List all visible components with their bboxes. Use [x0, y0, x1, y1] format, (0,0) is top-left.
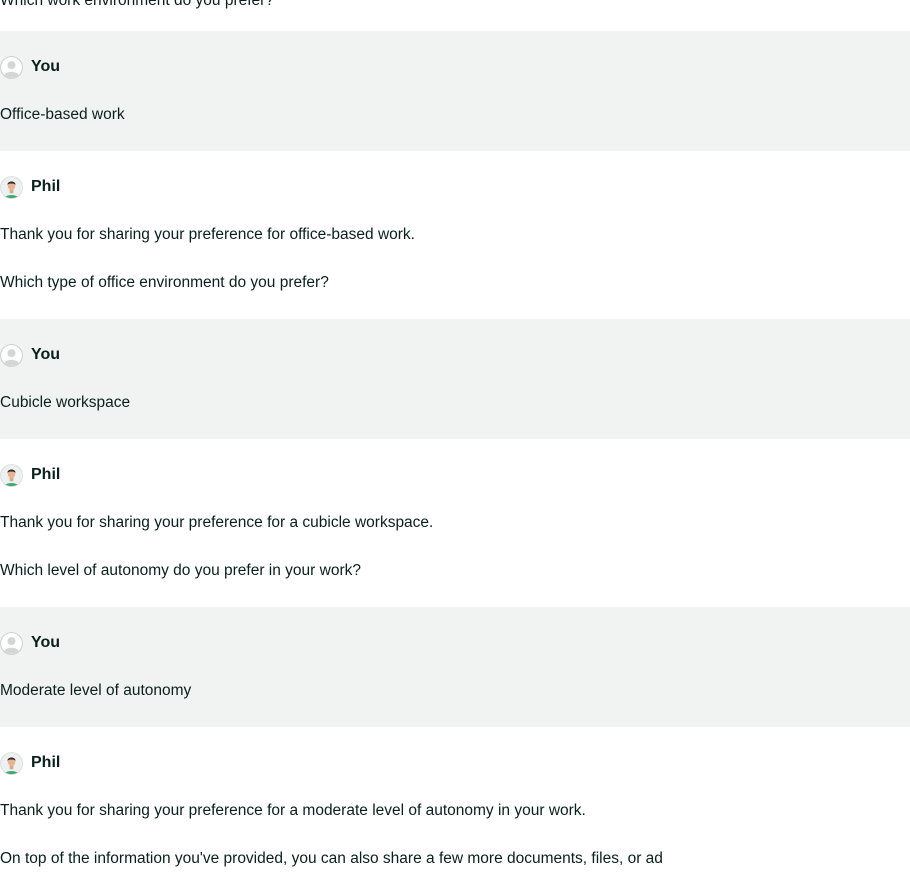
chat-message-phil: Phil Thank you for sharing your preferen…: [0, 439, 910, 607]
chat-message-user: You Cubicle workspace: [0, 319, 910, 439]
chat-message-user: You Office-based work: [0, 31, 910, 151]
chat-transcript: Which work environment do you prefer? Yo…: [0, 0, 910, 887]
chat-message-phil-previous: Which work environment do you prefer?: [0, 0, 910, 31]
sender-name: You: [31, 58, 61, 75]
sender-name: Phil: [31, 178, 61, 195]
chat-message-phil: Phil Thank you for sharing your preferen…: [0, 727, 910, 887]
default-user-avatar-icon: [0, 343, 23, 367]
message-text: Which type of office environment do you …: [0, 274, 329, 291]
message-header: Phil: [0, 463, 910, 487]
message-text: Thank you for sharing your preference fo…: [0, 802, 586, 819]
message-header: You: [0, 55, 910, 79]
chat-message-phil: Phil Thank you for sharing your preferen…: [0, 151, 910, 319]
message-text: Which level of autonomy do you prefer in…: [0, 562, 361, 579]
sender-name: You: [31, 634, 61, 651]
message-text: Thank you for sharing your preference fo…: [0, 226, 415, 243]
message-text: Moderate level of autonomy: [0, 682, 192, 699]
message-text: Thank you for sharing your preference fo…: [0, 514, 434, 531]
sender-name: Phil: [31, 754, 61, 771]
default-user-avatar-icon: [0, 55, 23, 79]
message-header: You: [0, 343, 910, 367]
message-text: Office-based work: [0, 106, 125, 123]
message-header: You: [0, 631, 910, 655]
sender-name: You: [31, 346, 61, 363]
message-text: Cubicle workspace: [0, 394, 131, 411]
phil-avatar-icon: [0, 175, 23, 199]
default-user-avatar-icon: [0, 631, 23, 655]
chat-message-user: You Moderate level of autonomy: [0, 607, 910, 727]
message-text: Which work environment do you prefer?: [0, 0, 274, 9]
message-header: Phil: [0, 175, 910, 199]
message-header: Phil: [0, 751, 910, 775]
phil-avatar-icon: [0, 751, 23, 775]
message-text: On top of the information you've provide…: [0, 850, 663, 867]
phil-avatar-icon: [0, 463, 23, 487]
sender-name: Phil: [31, 466, 61, 483]
